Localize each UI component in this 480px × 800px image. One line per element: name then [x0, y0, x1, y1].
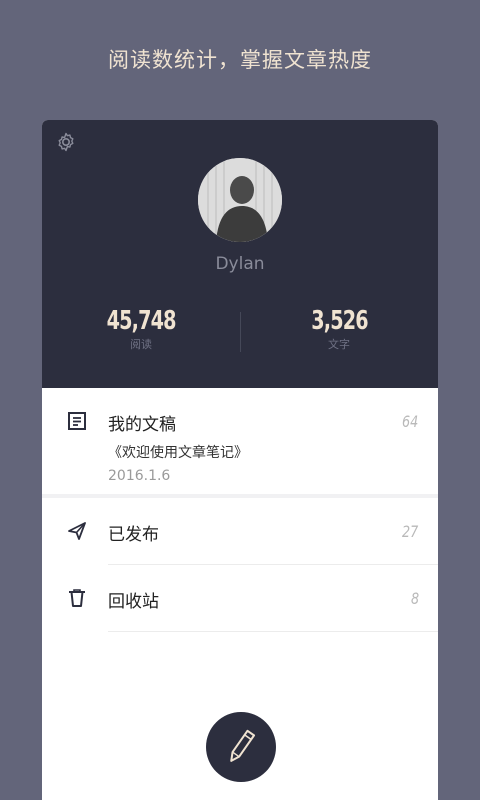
drafts-latest-title[interactable]: 《欢迎使用文章笔记》	[108, 442, 248, 462]
document-icon	[68, 412, 86, 430]
published-title: 已发布	[108, 525, 159, 545]
username: Dylan	[215, 254, 265, 274]
list-item-trash[interactable]: 回收站 8	[42, 565, 438, 631]
row-divider	[108, 631, 438, 632]
published-count: 27	[401, 522, 418, 541]
drafts-count: 64	[401, 412, 418, 431]
trash-count: 8	[410, 589, 419, 608]
paper-plane-icon	[68, 522, 86, 540]
compose-button[interactable]	[206, 712, 276, 782]
stat-reads-value: 45,748	[106, 306, 176, 336]
stat-reads: 45,748 阅读	[42, 306, 240, 352]
drafts-title: 我的文稿	[108, 415, 176, 435]
drafts-latest-date: 2016.1.6	[108, 468, 171, 484]
stat-reads-label: 阅读	[130, 338, 152, 351]
pen-icon	[230, 729, 256, 762]
stat-words: 3,526 文字	[240, 306, 438, 352]
stat-words-label: 文字	[328, 338, 350, 351]
profile-card: Dylan 45,748 阅读 3,526 文字 我的文稿 64 《欢迎使用文章…	[42, 120, 438, 800]
gear-icon[interactable]	[54, 130, 78, 154]
trash-icon	[69, 589, 85, 607]
avatar[interactable]	[198, 158, 282, 242]
stat-words-value: 3,526	[310, 306, 368, 336]
list-item-published[interactable]: 已发布 27	[42, 498, 438, 564]
trash-title: 回收站	[108, 592, 159, 612]
profile-header: Dylan 45,748 阅读 3,526 文字	[42, 120, 438, 388]
tagline: 阅读数统计，掌握文章热度	[108, 48, 372, 72]
list-item-drafts[interactable]: 我的文稿 64 《欢迎使用文章笔记》 2016.1.6	[42, 388, 438, 494]
